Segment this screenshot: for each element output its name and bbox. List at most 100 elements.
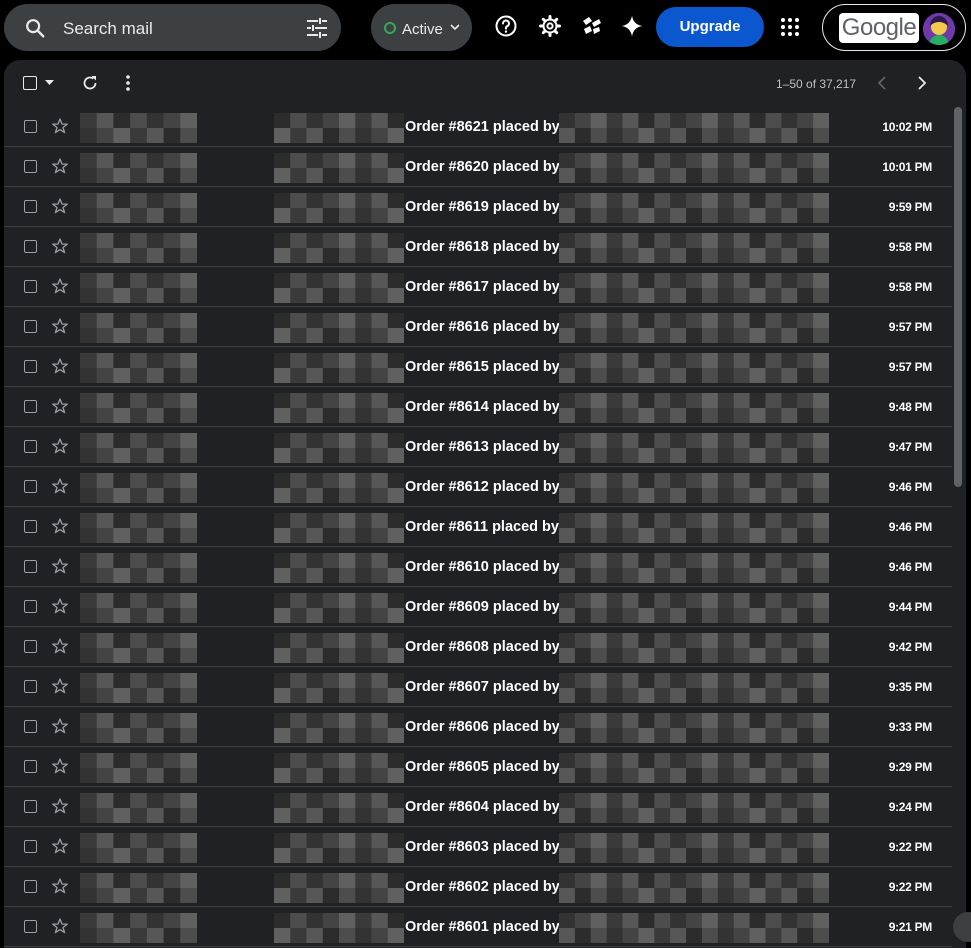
star-icon[interactable] — [52, 278, 68, 294]
row-checkbox[interactable] — [24, 680, 37, 693]
email-time: 9:57 PM — [888, 360, 933, 374]
redacted-snippet-block — [559, 273, 829, 303]
email-subject: Order #8616 placed by — [405, 319, 560, 335]
email-row[interactable]: Order #8605 placed by 9:29 PM — [4, 747, 952, 787]
search-input[interactable]: Search mail — [63, 19, 153, 39]
star-icon[interactable] — [52, 598, 68, 614]
star-icon[interactable] — [52, 358, 68, 374]
email-row[interactable]: Order #8613 placed by 9:47 PM — [4, 427, 952, 467]
email-row[interactable]: Order #8608 placed by 9:42 PM — [4, 627, 952, 667]
row-checkbox[interactable] — [24, 400, 37, 413]
search-options-icon[interactable] — [306, 18, 328, 38]
email-row[interactable]: Order #8614 placed by 9:48 PM — [4, 387, 952, 427]
refresh-icon[interactable] — [81, 74, 99, 92]
redacted-sender-detail-block — [274, 793, 404, 823]
email-row[interactable]: Order #8618 placed by 9:58 PM — [4, 227, 952, 267]
email-row[interactable]: Order #8604 placed by 9:24 PM — [4, 787, 952, 827]
row-checkbox[interactable] — [24, 840, 37, 853]
star-icon[interactable] — [52, 518, 68, 534]
redacted-sender-detail-block — [274, 833, 404, 863]
redacted-sender-detail-block — [274, 473, 404, 503]
star-icon[interactable] — [52, 638, 68, 654]
email-row[interactable]: Order #8606 placed by 9:33 PM — [4, 707, 952, 747]
star-icon[interactable] — [52, 158, 68, 174]
row-checkbox[interactable] — [24, 240, 37, 253]
redacted-sender-detail-block — [274, 513, 404, 543]
star-icon[interactable] — [52, 718, 68, 734]
more-options-icon[interactable] — [125, 74, 131, 92]
star-icon[interactable] — [52, 118, 68, 134]
star-icon[interactable] — [52, 798, 68, 814]
star-icon[interactable] — [52, 758, 68, 774]
account-switcher[interactable]: Google — [822, 4, 966, 51]
star-icon[interactable] — [52, 318, 68, 334]
row-checkbox[interactable] — [24, 120, 37, 133]
row-checkbox[interactable] — [24, 760, 37, 773]
apps-script-icon[interactable] — [580, 14, 604, 38]
redacted-sender-detail-block — [274, 633, 404, 663]
star-icon[interactable] — [52, 558, 68, 574]
chevron-right-icon[interactable] — [917, 76, 927, 90]
row-checkbox[interactable] — [24, 360, 37, 373]
row-checkbox[interactable] — [24, 720, 37, 733]
star-icon[interactable] — [52, 678, 68, 694]
google-apps-grid-icon[interactable] — [780, 17, 800, 37]
help-icon[interactable] — [494, 14, 518, 38]
email-row[interactable]: Order #8615 placed by 9:57 PM — [4, 347, 952, 387]
email-row[interactable]: Order #8603 placed by 9:22 PM — [4, 827, 952, 867]
avatar[interactable] — [923, 13, 955, 45]
email-subject: Order #8601 placed by — [405, 919, 560, 935]
email-row[interactable]: Order #8619 placed by 9:59 PM — [4, 187, 952, 227]
email-subject: Order #8615 placed by — [405, 359, 560, 375]
email-subject: Order #8602 placed by — [405, 879, 560, 895]
email-row[interactable]: Order #8620 placed by 10:01 PM — [4, 147, 952, 187]
star-icon[interactable] — [52, 918, 68, 934]
star-icon[interactable] — [52, 878, 68, 894]
email-row[interactable]: Order #8602 placed by 9:22 PM — [4, 867, 952, 907]
email-time: 9:22 PM — [888, 880, 933, 894]
row-checkbox[interactable] — [24, 920, 37, 933]
email-row[interactable]: Order #8601 placed by 9:21 PM — [4, 907, 952, 947]
row-checkbox[interactable] — [24, 200, 37, 213]
search-bar[interactable]: Search mail — [4, 4, 341, 51]
select-menu-caret-icon[interactable] — [45, 80, 54, 86]
star-icon[interactable] — [52, 438, 68, 454]
email-time: 9:29 PM — [888, 760, 933, 774]
status-selector[interactable]: Active — [371, 4, 472, 51]
redacted-snippet-block — [559, 153, 829, 183]
email-row[interactable]: Order #8610 placed by 9:46 PM — [4, 547, 952, 587]
settings-gear-icon[interactable] — [538, 14, 562, 38]
row-checkbox[interactable] — [24, 800, 37, 813]
star-icon[interactable] — [52, 478, 68, 494]
search-icon[interactable] — [24, 17, 46, 39]
email-row[interactable]: Order #8616 placed by 9:57 PM — [4, 307, 952, 347]
upgrade-button[interactable]: Upgrade — [656, 7, 764, 47]
star-icon[interactable] — [52, 198, 68, 214]
star-icon[interactable] — [52, 838, 68, 854]
email-row[interactable]: Order #8612 placed by 9:46 PM — [4, 467, 952, 507]
row-checkbox[interactable] — [24, 880, 37, 893]
email-row[interactable]: Order #8621 placed by 10:02 PM — [4, 107, 952, 147]
chevron-left-icon[interactable] — [877, 76, 887, 90]
row-checkbox[interactable] — [24, 440, 37, 453]
scrollbar[interactable] — [954, 107, 962, 487]
row-checkbox[interactable] — [24, 520, 37, 533]
row-checkbox[interactable] — [24, 600, 37, 613]
row-checkbox[interactable] — [24, 160, 37, 173]
row-checkbox[interactable] — [24, 280, 37, 293]
row-checkbox[interactable] — [24, 320, 37, 333]
email-row[interactable]: Order #8607 placed by 9:35 PM — [4, 667, 952, 707]
email-time: 9:46 PM — [888, 560, 933, 574]
row-checkbox[interactable] — [24, 480, 37, 493]
email-time: 9:58 PM — [888, 280, 933, 294]
email-row[interactable]: Order #8617 placed by 9:58 PM — [4, 267, 952, 307]
select-all-checkbox[interactable] — [23, 76, 37, 90]
email-row[interactable]: Order #8609 placed by 9:44 PM — [4, 587, 952, 627]
star-icon[interactable] — [52, 398, 68, 414]
star-icon[interactable] — [52, 238, 68, 254]
row-checkbox[interactable] — [24, 640, 37, 653]
gemini-sparkle-icon[interactable] — [620, 14, 644, 38]
row-checkbox[interactable] — [24, 560, 37, 573]
redacted-snippet-block — [559, 473, 829, 503]
email-row[interactable]: Order #8611 placed by 9:46 PM — [4, 507, 952, 547]
